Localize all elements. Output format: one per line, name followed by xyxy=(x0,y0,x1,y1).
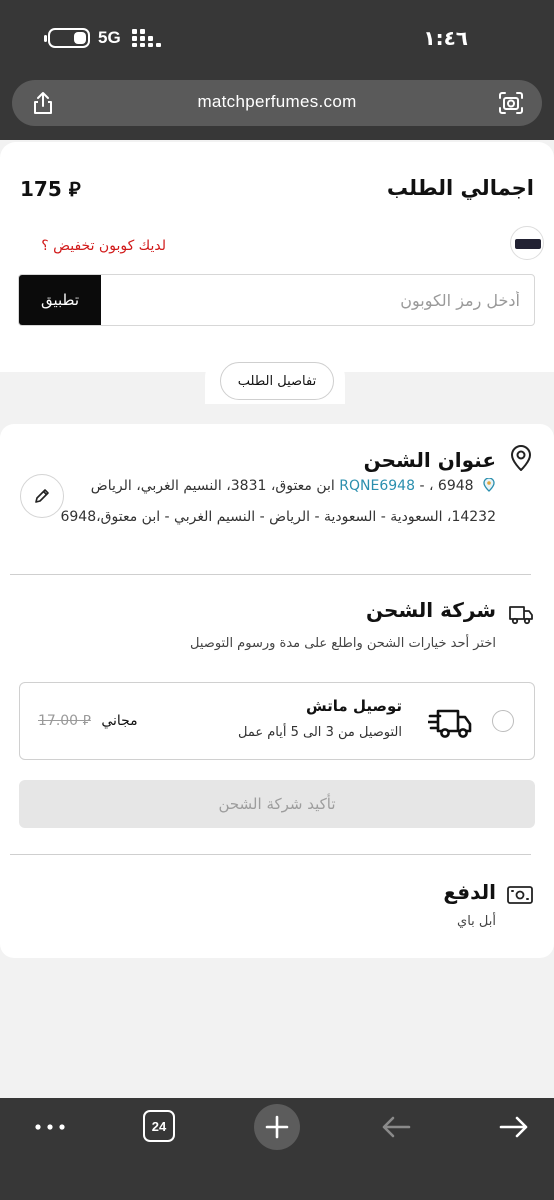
address-short-code: RQNE6948 xyxy=(339,478,415,494)
shipping-address-title: عنوان الشحن xyxy=(363,448,496,472)
signal-icon xyxy=(132,29,162,47)
address-line-1-text: - ، 6948 ابن معتوق، 3831، النسيم الغربي،… xyxy=(90,478,474,494)
order-details-button[interactable]: تفاصيل الطلب xyxy=(220,362,334,400)
shipping-option-name: توصيل ماتش xyxy=(305,697,402,715)
status-bar: 5G ١:٤٦ xyxy=(0,20,554,56)
fast-delivery-truck-icon xyxy=(428,709,472,738)
shipping-option-radio[interactable] xyxy=(492,710,514,732)
edit-address-button[interactable] xyxy=(20,474,64,518)
payment-method: أبل باي xyxy=(457,914,496,929)
network-label: 5G xyxy=(98,28,121,47)
coupon-icon xyxy=(510,226,544,260)
browser-bottom-bar: 24 xyxy=(0,1098,554,1200)
shipping-option[interactable]: توصيل ماتش التوصيل من 3 الى 5 أيام عمل م… xyxy=(19,682,535,760)
map-badge-icon xyxy=(483,478,495,492)
back-arrow-icon[interactable] xyxy=(376,1110,416,1144)
shipping-company-title: شركة الشحن xyxy=(366,598,496,622)
cash-icon xyxy=(507,886,533,904)
shipping-option-desc: التوصيل من 3 الى 5 أيام عمل xyxy=(237,725,402,740)
edit-pencil-icon xyxy=(35,489,49,503)
tabs-button[interactable]: 24 xyxy=(143,1110,175,1142)
clock: ١:٤٦ xyxy=(423,26,468,50)
shipping-price-free: مجاني xyxy=(101,713,138,729)
address-line-1: RQNE6948 - ، 6948 ابن معتوق، 3831، النسي… xyxy=(56,478,496,494)
apply-coupon-button[interactable]: تطبيق xyxy=(19,275,101,325)
coupon-link[interactable]: لديك كوبون تخفيض ؟ xyxy=(41,238,166,254)
payment-title: الدفع xyxy=(443,880,496,904)
more-icon[interactable] xyxy=(30,1110,70,1144)
section-divider xyxy=(10,854,531,855)
shipping-option-price: مجاني 17.00 ⃁ xyxy=(38,711,138,729)
order-summary-card: اجمالي الطلب 175 ⃁ لديك كوبون تخفيض ؟ تط… xyxy=(0,142,554,372)
address-bar[interactable]: matchperfumes.com xyxy=(12,80,542,126)
confirm-shipping-button[interactable]: تأكيد شركة الشحن xyxy=(19,780,535,828)
order-total-value: 175 ⃁ xyxy=(20,177,81,201)
camera-icon[interactable] xyxy=(498,90,524,116)
battery-icon xyxy=(44,28,90,48)
checkout-card: عنوان الشحن RQNE6948 - ، 6948 ابن معتوق،… xyxy=(0,424,554,958)
forward-arrow-icon[interactable] xyxy=(494,1110,534,1144)
location-pin-icon xyxy=(511,445,531,471)
shipping-price-old: 17.00 ⃁ xyxy=(38,713,91,729)
plus-icon xyxy=(265,1115,289,1139)
section-divider xyxy=(10,574,531,575)
truck-icon xyxy=(509,606,533,625)
order-total-label: اجمالي الطلب xyxy=(386,176,534,200)
coupon-form: تطبيق xyxy=(18,274,535,326)
url-text[interactable]: matchperfumes.com xyxy=(12,92,542,112)
new-tab-button[interactable] xyxy=(254,1104,300,1150)
shipping-company-subtitle: اختر أحد خيارات الشحن واطلع على مدة ورسو… xyxy=(190,636,496,651)
address-line-2: 14232، السعودية - السعودية - الرياض - ال… xyxy=(60,509,496,525)
browser-top-bar: 5G ١:٤٦ matchperfumes.com xyxy=(0,0,554,140)
coupon-input[interactable] xyxy=(101,275,534,325)
